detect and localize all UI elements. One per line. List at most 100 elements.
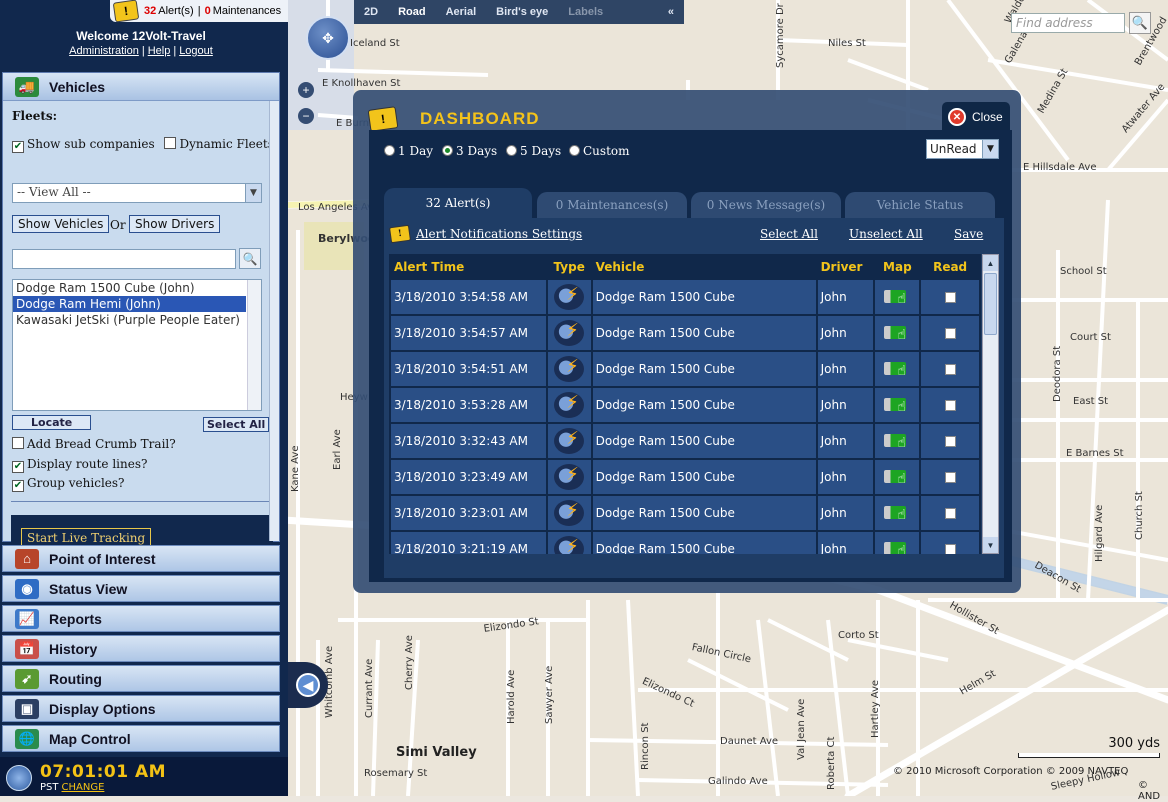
section-history[interactable]: 📅 History (2, 635, 280, 662)
table-row[interactable]: 3/18/2010 3:54:51 AM Dodge Ram 1500 CubeJ… (391, 352, 979, 386)
find-address-input[interactable]: Find address (1011, 13, 1125, 33)
col-driver[interactable]: Driver (817, 256, 874, 278)
vehicles-header[interactable]: 🚚 Vehicles (3, 73, 279, 101)
maintenances-count[interactable]: 0 (205, 5, 211, 17)
map-mode-2d[interactable]: 2D (354, 6, 388, 18)
section-status-view[interactable]: ◉ Status View (2, 575, 280, 602)
vehicle-list[interactable]: Dodge Ram 1500 Cube (John) Dodge Ram Hem… (12, 279, 262, 411)
show-on-map-icon[interactable] (883, 539, 911, 554)
select-all-link[interactable]: Select All (760, 227, 818, 241)
range-5-days[interactable]: 5 Days (506, 144, 561, 158)
show-on-map-icon[interactable] (883, 323, 911, 343)
scroll-up-icon[interactable]: ▲ (983, 255, 998, 271)
tab-vehicle-status[interactable]: Vehicle Status (845, 192, 995, 218)
radio-button[interactable] (569, 145, 580, 156)
col-map[interactable]: Map (875, 256, 920, 278)
alerts-table-scrollbar[interactable]: ▲ ▼ (982, 254, 999, 554)
select-all-vehicles-button[interactable]: Select All (203, 417, 270, 432)
show-vehicles-button[interactable]: Show Vehicles (12, 215, 110, 233)
find-address-search-icon[interactable]: 🔍 (1129, 12, 1151, 34)
save-link[interactable]: Save (954, 227, 983, 241)
section-routing[interactable]: ➹ Routing (2, 665, 280, 692)
radio-button[interactable] (384, 145, 395, 156)
vehicle-search-input[interactable] (12, 249, 236, 269)
show-on-map-icon[interactable] (883, 467, 911, 487)
zoom-in-icon[interactable]: + (298, 82, 314, 98)
logout-link[interactable]: Logout (179, 45, 213, 57)
show-on-map-icon[interactable] (883, 503, 911, 523)
vehicle-search-icon[interactable]: 🔍 (239, 248, 261, 269)
map-mode-labels[interactable]: Labels (558, 6, 613, 18)
table-row[interactable]: 3/18/2010 3:54:57 AM Dodge Ram 1500 CubeJ… (391, 316, 979, 350)
bread-crumb-option[interactable]: Add Bread Crumb Trail? (12, 437, 176, 451)
map-mode-road[interactable]: Road (388, 6, 436, 18)
read-checkbox[interactable] (944, 508, 956, 519)
collapse-map-bar-icon[interactable]: « (658, 6, 684, 18)
scroll-thumb[interactable] (984, 273, 997, 335)
range-3-days[interactable]: 3 Days (442, 144, 497, 158)
tab-maintenances[interactable]: 0 Maintenances(s) (537, 192, 687, 218)
vehicle-list-item[interactable]: Dodge Ram Hemi (John) (13, 296, 246, 312)
vehicles-panel-scrollbar[interactable] (269, 101, 279, 541)
show-sub-companies-checkbox[interactable]: ✔ (12, 141, 24, 153)
show-drivers-button[interactable]: Show Drivers (129, 215, 221, 233)
map-mode-birds-eye[interactable]: Bird's eye (486, 6, 558, 18)
read-checkbox[interactable] (944, 400, 956, 411)
alerts-label[interactable]: Alert(s) (158, 5, 193, 17)
group-vehicles-option[interactable]: ✔ Group vehicles? (12, 476, 124, 492)
col-type[interactable]: Type (547, 256, 591, 278)
dynamic-fleets-checkbox[interactable] (164, 137, 177, 149)
maintenances-label[interactable]: Maintenances (213, 5, 282, 17)
tab-alerts[interactable]: 32 Alert(s) (384, 188, 532, 218)
bread-crumb-checkbox[interactable] (12, 437, 24, 449)
col-vehicle[interactable]: Vehicle (592, 256, 816, 278)
group-vehicles-checkbox[interactable]: ✔ (12, 480, 24, 492)
table-row[interactable]: 3/18/2010 3:53:28 AM Dodge Ram 1500 CubeJ… (391, 388, 979, 422)
alert-notifications-settings-label[interactable]: Alert Notifications Settings (416, 227, 582, 241)
map-mode-aerial[interactable]: Aerial (436, 6, 487, 18)
read-checkbox[interactable] (944, 328, 956, 339)
read-checkbox[interactable] (944, 436, 956, 447)
section-reports[interactable]: 📈 Reports (2, 605, 280, 632)
alerts-count[interactable]: 32 (144, 5, 156, 17)
route-lines-checkbox[interactable]: ✔ (12, 461, 24, 473)
read-checkbox[interactable] (944, 364, 956, 375)
read-checkbox[interactable] (944, 292, 956, 303)
administration-link[interactable]: Administration (69, 45, 139, 57)
vehicle-list-scrollbar[interactable] (247, 280, 261, 410)
section-map-control[interactable]: 🌐 Map Control (2, 725, 280, 752)
alert-notifications-settings-link[interactable]: ! Alert Notifications Settings (388, 224, 582, 244)
range-custom[interactable]: Custom (569, 144, 630, 158)
read-checkbox[interactable] (944, 472, 956, 483)
read-checkbox[interactable] (944, 544, 956, 554)
show-on-map-icon[interactable] (883, 287, 911, 307)
unselect-all-link[interactable]: Unselect All (849, 227, 923, 241)
col-read[interactable]: Read (921, 256, 979, 278)
radio-button[interactable] (442, 145, 453, 156)
table-row[interactable]: 3/18/2010 3:21:19 AM Dodge Ram 1500 CubeJ… (391, 532, 979, 554)
route-lines-option[interactable]: ✔ Display route lines? (12, 457, 147, 473)
alerts-bar[interactable]: ! 32 Alert(s) | 0 Maintenances (110, 0, 288, 23)
col-alert-time[interactable]: Alert Time (391, 256, 546, 278)
help-link[interactable]: Help (148, 45, 171, 57)
close-button[interactable]: ✕ Close (942, 102, 1010, 132)
zoom-out-icon[interactable]: − (298, 108, 314, 124)
scroll-down-icon[interactable]: ▼ (983, 537, 998, 553)
radio-button[interactable] (506, 145, 517, 156)
tab-news-messages[interactable]: 0 News Message(s) (691, 192, 841, 218)
show-on-map-icon[interactable] (883, 395, 911, 415)
range-1-day[interactable]: 1 Day (384, 144, 433, 158)
table-row[interactable]: 3/18/2010 3:23:01 AM Dodge Ram 1500 CubeJ… (391, 496, 979, 530)
show-on-map-icon[interactable] (883, 359, 911, 379)
read-filter-select[interactable]: UnRead ▼ (926, 139, 999, 159)
section-point-of-interest[interactable]: ⌂ Point of Interest (2, 545, 280, 572)
change-timezone-link[interactable]: CHANGE (62, 782, 105, 793)
vehicle-list-item[interactable]: Dodge Ram 1500 Cube (John) (13, 280, 246, 296)
table-row[interactable]: 3/18/2010 3:32:43 AM Dodge Ram 1500 CubeJ… (391, 424, 979, 458)
show-on-map-icon[interactable] (883, 431, 911, 451)
show-sub-companies-option[interactable]: ✔ Show sub companies Dynamic Fleets (12, 137, 274, 153)
fleet-select[interactable]: -- View All -- ▼ (12, 183, 262, 203)
table-row[interactable]: 3/18/2010 3:54:58 AM Dodge Ram 1500 CubeJ… (391, 280, 979, 314)
section-display-options[interactable]: ▣ Display Options (2, 695, 280, 722)
table-row[interactable]: 3/18/2010 3:23:49 AM Dodge Ram 1500 CubeJ… (391, 460, 979, 494)
